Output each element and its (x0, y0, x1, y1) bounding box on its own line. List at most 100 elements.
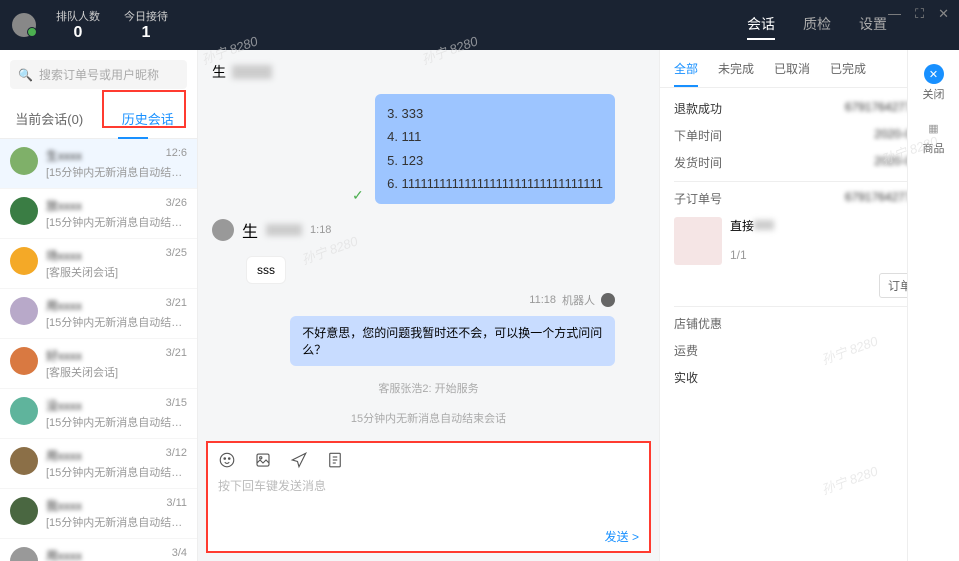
conversation-item[interactable]: 场xxxx 3/25 [客服关闭会话] (0, 239, 197, 289)
msg-avatar (212, 219, 234, 241)
conv-name: 放xxxx (46, 197, 82, 214)
detail-tab-done[interactable]: 已完成 (830, 60, 866, 87)
conv-time: 3/21 (166, 347, 187, 364)
conv-time: 3/26 (166, 197, 187, 214)
conv-preview: [15分钟内无新消息自动结束会话] (46, 314, 187, 330)
conv-time: 3/25 (166, 247, 187, 264)
conv-avatar (10, 397, 38, 425)
conv-name: 我xxxx (46, 497, 82, 514)
msg-time: 1:18 (310, 224, 331, 236)
conv-avatar (10, 297, 38, 325)
conv-time: 3/21 (166, 297, 187, 314)
product-image (674, 217, 722, 265)
detail-tab-cancelled[interactable]: 已取消 (774, 60, 810, 87)
close-icon[interactable]: ✕ (938, 6, 949, 22)
message-row: 生 1:18 (212, 218, 645, 242)
conv-name: 没xxxx (46, 397, 82, 414)
conv-time: 3/11 (166, 497, 187, 514)
msg-sender: 生 (242, 218, 258, 242)
conversation-item[interactable]: 用xxxx3/21 [15分钟内无新消息自动结束会话] (0, 289, 197, 339)
message-input-area[interactable]: 按下回车键发送消息 发送 > (206, 441, 651, 553)
note-icon[interactable] (326, 451, 344, 469)
conv-avatar (10, 347, 38, 375)
msg-line: 3. 333 (387, 102, 603, 125)
minimize-icon[interactable]: — (888, 6, 901, 22)
ship-time-label: 发货时间 (674, 154, 722, 171)
conversation-item[interactable]: 用xxxx3/12 [15分钟内无新消息自动结束会话] (0, 439, 197, 489)
tab-settings[interactable]: 设置 (859, 10, 887, 40)
bot-time: 11:18 (529, 294, 556, 306)
conv-time: 3/12 (166, 447, 187, 464)
tab-current-session[interactable]: 当前会话(0) (0, 99, 99, 138)
sub-order-label: 子订单号 (674, 190, 722, 207)
bot-message: 不好意思，您的问题我暂时还不会，可以换一个方式问问么？ (290, 316, 615, 366)
conv-name: 生xxxx (46, 147, 82, 164)
today-value: 1 (124, 24, 168, 42)
tab-qc[interactable]: 质检 (803, 10, 831, 40)
conv-time: 3/15 (166, 397, 187, 414)
conv-name: 用xxxx (46, 547, 82, 561)
incoming-message: 3. 333 4. 111 5. 123 6. 1111111111111111… (375, 94, 615, 204)
emoji-icon[interactable] (218, 451, 236, 469)
rside-close-label: 关闭 (908, 86, 959, 102)
conversation-item[interactable]: 放xxxx3/26 [15分钟内无新消息自动结束会话] (0, 189, 197, 239)
conversation-item[interactable]: 生xxxx 12:6 [15分钟内无新消息自动结束会话] (0, 139, 197, 189)
check-icon: ✓ (352, 187, 364, 204)
close-circle-icon: ✕ (924, 64, 944, 84)
product-item[interactable]: 直接¥ 1.00 x1 1/1 (674, 217, 945, 265)
conversation-item[interactable]: 用xxxx3/4 [客服关闭会话] (0, 539, 197, 561)
conv-avatar (10, 247, 38, 275)
conv-avatar (10, 547, 38, 561)
outgoing-message: sss (246, 256, 286, 284)
conv-avatar (10, 447, 38, 475)
detail-tab-all[interactable]: 全部 (674, 60, 698, 87)
queue-value: 0 (56, 24, 100, 42)
conv-name: 场xxxx (46, 247, 82, 264)
msg-line: 5. 123 (387, 149, 603, 172)
detail-tab-pending[interactable]: 未完成 (718, 60, 754, 87)
bot-icon (601, 293, 615, 307)
tab-session[interactable]: 会话 (747, 10, 775, 40)
tab-history-session[interactable]: 历史会话 (99, 99, 198, 138)
conversation-item[interactable]: 没xxxx 3/15 [15分钟内无新消息自动结束会话] (0, 389, 197, 439)
input-placeholder: 按下回车键发送消息 (218, 477, 639, 494)
conv-avatar (10, 147, 38, 175)
product-name: 直接 (730, 219, 754, 233)
conv-avatar (10, 497, 38, 525)
rside-goods-label: 商品 (908, 140, 959, 156)
rside-close[interactable]: ✕ 关闭 (908, 64, 959, 102)
send-plane-icon[interactable] (290, 451, 308, 469)
system-message: 客服张浩2: 开始服务 (212, 380, 645, 396)
conv-name: 好xxxx (46, 347, 82, 364)
order-time-label: 下单时间 (674, 127, 722, 144)
send-button[interactable]: 发送 > (605, 528, 639, 545)
conv-time: 12:6 (166, 147, 187, 164)
conv-preview: [15分钟内无新消息自动结束会话] (46, 164, 187, 180)
conversation-item[interactable]: 好xxxx 3/21 [客服关闭会话] (0, 339, 197, 389)
grid-icon: ▦ (924, 118, 944, 138)
user-avatar[interactable] (12, 13, 36, 37)
maximize-icon[interactable]: ⛶ (915, 6, 924, 22)
conversation-item[interactable]: 我xxxx 3/11 [15分钟内无新消息自动结束会话] (0, 489, 197, 539)
image-icon[interactable] (254, 451, 272, 469)
chat-header: 生 (198, 50, 659, 94)
rside-goods[interactable]: ▦ 商品 (908, 118, 959, 156)
conv-preview: [15分钟内无新消息自动结束会话] (46, 514, 187, 530)
search-placeholder: 搜索订单号或用户昵称 (39, 66, 159, 83)
chat-title-blur (232, 65, 272, 79)
discount-label: 店铺优惠 (674, 315, 722, 332)
pay-label: 实收 (674, 369, 698, 386)
ship-fee-label: 运费 (674, 342, 698, 359)
conv-preview: [15分钟内无新消息自动结束会话] (46, 464, 187, 480)
conv-avatar (10, 197, 38, 225)
queue-stat: 排队人数 0 (56, 8, 100, 42)
conv-preview: [15分钟内无新消息自动结束会话] (46, 414, 187, 430)
msg-line: 4. 111 (387, 125, 603, 148)
conv-preview: [客服关闭会话] (46, 364, 187, 380)
bot-timestamp: 11:18 机器人 (242, 292, 615, 308)
queue-label: 排队人数 (56, 8, 100, 24)
chat-title-prefix: 生 (212, 62, 226, 82)
today-label: 今日接待 (124, 8, 168, 24)
conv-preview: [客服关闭会话] (46, 264, 187, 280)
search-input[interactable]: 🔍 搜索订单号或用户昵称 (10, 60, 187, 89)
